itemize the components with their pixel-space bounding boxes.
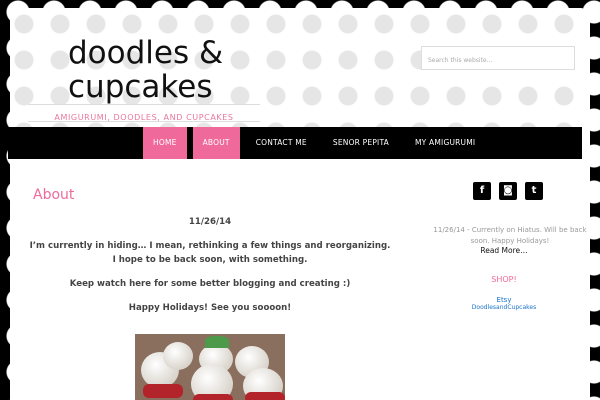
- hiatus-notice-line2: soon. Happy Holidays!: [470, 237, 550, 245]
- entry-date: 11/26/14: [188, 217, 232, 227]
- page-title: About: [33, 187, 75, 203]
- twitter-icon[interactable]: t: [525, 182, 543, 200]
- amigurumi-photo: [135, 334, 285, 400]
- nav-item-about[interactable]: ABOUT: [192, 127, 240, 159]
- entry-paragraph-1b: I hope to be back soon, with something.: [112, 255, 308, 265]
- hiatus-notice: 11/26/14 - Currently on Hiatus. Will be …: [430, 225, 590, 247]
- hiatus-notice-line1: 11/26/14 - Currently on Hiatus. Will be …: [433, 226, 587, 234]
- sidebar: f ◙ t 11/26/14 - Currently on Hiatus. Wi…: [418, 167, 590, 400]
- etsy-link[interactable]: Etsy: [418, 296, 590, 304]
- search-box: [421, 46, 575, 71]
- nav-item-contact[interactable]: CONTACT ME: [246, 127, 317, 159]
- main-content: About 11/26/14 I’m currently in hiding… …: [10, 167, 590, 400]
- nav-item-my-amigurumi[interactable]: MY AMIGURUMI: [405, 127, 485, 159]
- site-title-line2[interactable]: cupcakes: [68, 69, 212, 105]
- main-nav: HOME ABOUT CONTACT ME SENOR PEPITA MY AM…: [8, 127, 582, 159]
- instagram-icon[interactable]: ◙: [499, 182, 517, 200]
- site-title-line1[interactable]: doodles &: [68, 35, 223, 71]
- shop-heading: SHOP!: [491, 275, 517, 284]
- page-container: doodles & cupcakes AMIGURUMI, DOODLES, A…: [10, 8, 590, 400]
- entry-paragraph-2: Keep watch here for some better blogging…: [69, 279, 351, 289]
- site-tagline: AMIGURUMI, DOODLES, AND CUPCAKES: [54, 113, 234, 122]
- tagline-box: AMIGURUMI, DOODLES, AND CUPCAKES: [28, 104, 260, 122]
- social-links: f ◙ t: [473, 182, 543, 200]
- site-title[interactable]: doodles & cupcakes: [68, 36, 268, 104]
- site-header: doodles & cupcakes AMIGURUMI, DOODLES, A…: [10, 8, 590, 133]
- nav-item-home[interactable]: HOME: [143, 127, 187, 159]
- nav-item-senor-pepita[interactable]: SENOR PEPITA: [323, 127, 399, 159]
- facebook-icon[interactable]: f: [473, 182, 491, 200]
- entry-paragraph-1a: I’m currently in hiding… I mean, rethink…: [29, 241, 391, 251]
- read-more-link[interactable]: Read More…: [418, 246, 590, 255]
- entry-content: 11/26/14 I’m currently in hiding… I mean…: [10, 215, 410, 315]
- search-input[interactable]: [422, 50, 574, 71]
- etsy-shop-link[interactable]: DoodlesandCupcakes: [418, 304, 590, 311]
- entry-paragraph-3: Happy Holidays! See you soooon!: [128, 303, 292, 313]
